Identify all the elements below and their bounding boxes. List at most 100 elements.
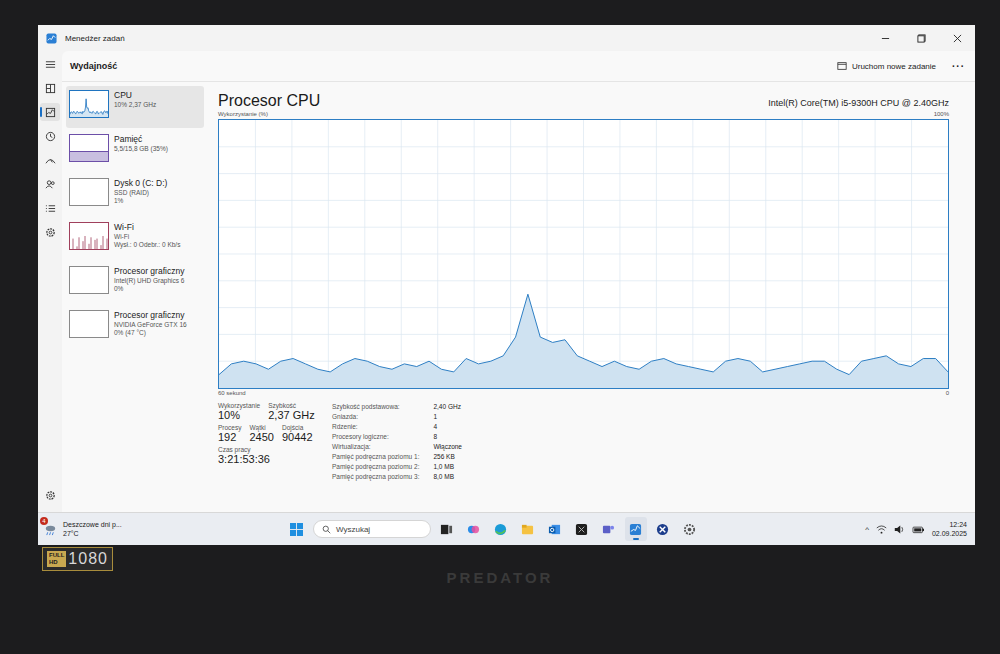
resource-detail: SSD (RAID) — [114, 189, 201, 196]
taskbar-app[interactable] — [679, 517, 701, 541]
resource-item[interactable]: Procesor graficzny NVIDIA GeForce GTX 16… — [66, 306, 204, 348]
taskbar-app[interactable] — [517, 517, 539, 541]
usage-segment — [651, 359, 663, 362]
usage-segment — [392, 364, 404, 369]
taskbar-app[interactable] — [544, 517, 566, 541]
usage-segment — [404, 364, 416, 367]
usage-segment — [577, 356, 589, 361]
task-manager-icon — [46, 33, 57, 44]
taskbar-app[interactable] — [625, 517, 647, 541]
spec-label: Rdzenie: — [332, 422, 419, 431]
window-title: Menedżer zadań — [65, 34, 125, 43]
maximize-button[interactable] — [903, 25, 939, 51]
run-task-icon — [837, 61, 847, 71]
speaker-icon[interactable] — [894, 524, 905, 535]
resource-item[interactable]: Pamięć 5,5/15,8 GB (35%) — [66, 130, 204, 172]
usage-segment — [627, 367, 639, 370]
stat-label: Szybkość — [268, 402, 314, 409]
nav-item[interactable] — [40, 103, 60, 121]
resource-name: Pamięć — [114, 134, 201, 144]
usage-segment — [330, 364, 342, 372]
stat-row: Procesy 192Wątki 2450Dojścia 90442 — [218, 424, 318, 443]
usage-segment — [664, 359, 676, 364]
settings-button[interactable] — [40, 486, 60, 504]
resource-text: Pamięć 5,5/15,8 GB (35%) — [114, 134, 201, 168]
nav-item[interactable] — [40, 127, 60, 145]
stats: Wykorzystanie 10%Szybkość 2,37 GHzProces… — [218, 398, 949, 481]
usage-segment — [256, 364, 268, 369]
battery-icon[interactable] — [912, 524, 925, 535]
resource-item[interactable]: Dysk 0 (C: D:) SSD (RAID)1% — [66, 174, 204, 216]
wifi-icon[interactable] — [876, 524, 887, 535]
resource-name: CPU — [114, 90, 201, 100]
screen: Menedżer zadań Wydajność Uruchom nowe za… — [38, 25, 975, 545]
resource-name: Wi-Fi — [114, 222, 201, 232]
nav-item[interactable] — [40, 175, 60, 193]
stat-value: 3:21:53:36 — [218, 453, 270, 465]
stat-value: 10% — [218, 409, 260, 421]
detail-title: Procesor CPU — [218, 92, 320, 110]
mini-graph — [69, 90, 109, 118]
nav-item[interactable] — [40, 79, 60, 97]
taskbar-app[interactable] — [652, 517, 674, 541]
live-stats: Wykorzystanie 10%Szybkość 2,37 GHzProces… — [218, 402, 318, 481]
resource-name: Dysk 0 (C: D:) — [114, 178, 201, 188]
tray-chevron[interactable]: ^ — [865, 525, 869, 534]
stat-value: 192 — [218, 431, 241, 443]
sticker-resolution: 1080 — [68, 550, 108, 568]
sticker-bottom: HD — [49, 559, 64, 566]
search-box[interactable]: Wyszukaj — [313, 520, 431, 538]
settings-icon — [683, 523, 696, 536]
usage-segment — [355, 359, 367, 362]
usage-segment — [540, 337, 552, 342]
copilot-icon — [467, 523, 480, 536]
resource-detail: 0% (47 °C) — [114, 329, 201, 336]
more-button[interactable]: ··· — [952, 61, 965, 72]
taskbar-app[interactable] — [571, 517, 593, 541]
resource-text: Dysk 0 (C: D:) SSD (RAID)1% — [114, 178, 201, 212]
nav-item[interactable] — [40, 55, 60, 73]
mini-line — [70, 91, 108, 117]
spec-value: Włączone — [433, 442, 462, 451]
start-button[interactable] — [286, 517, 308, 541]
usage-segment — [281, 359, 293, 362]
usage-segment — [812, 361, 824, 362]
startup-icon — [45, 155, 56, 166]
axis-label: Wykorzystanie (%) — [218, 110, 268, 119]
clock[interactable]: 12:24 02.09.2025 — [932, 520, 967, 538]
usage-segment — [862, 359, 874, 362]
usage-segment — [899, 364, 911, 367]
nav-item[interactable] — [40, 151, 60, 169]
stat: Szybkość 2,37 GHz — [268, 402, 314, 421]
usage-segment — [713, 361, 725, 372]
usage-area — [219, 294, 948, 388]
resource-item[interactable]: CPU 10% 2,37 GHz — [66, 86, 204, 128]
resource-list: CPU 10% 2,37 GHz Pamięć 5,5/15,8 GB (35%… — [62, 82, 208, 512]
nav-item[interactable] — [40, 199, 60, 217]
taskbar-app[interactable] — [598, 517, 620, 541]
clock-date: 02.09.2025 — [932, 529, 967, 538]
resource-item[interactable]: Procesor graficzny Intel(R) UHD Graphics… — [66, 262, 204, 304]
resource-text: CPU 10% 2,37 GHz — [114, 90, 201, 124]
usage-segment — [454, 359, 466, 372]
resource-item[interactable]: Wi-Fi Wi-FiWysł.: 0 Odebr.: 0 Kb/s — [66, 218, 204, 260]
taskbar-app[interactable] — [436, 517, 458, 541]
mini-graph — [69, 266, 109, 294]
usage-segment — [689, 367, 701, 370]
run-task-button[interactable]: Uruchom nowe zadanie — [831, 58, 942, 74]
weather-widget[interactable]: 4 Deszczowe dni p... 27°C — [44, 520, 122, 538]
usage-segment — [417, 361, 429, 366]
taskbar-app[interactable] — [490, 517, 512, 541]
grid-line — [219, 200, 948, 201]
nav-item[interactable] — [40, 223, 60, 241]
sticker-label: FULL HD — [47, 551, 66, 567]
mini-bars — [70, 223, 108, 249]
taskbar-app[interactable] — [463, 517, 485, 541]
menu-icon — [45, 59, 56, 70]
usage-segment — [318, 369, 330, 372]
usage-segment — [738, 359, 750, 362]
spec-value: 1 — [433, 412, 462, 421]
minimize-button[interactable] — [867, 25, 903, 51]
nav-rail — [38, 51, 62, 512]
close-button[interactable] — [939, 25, 975, 51]
